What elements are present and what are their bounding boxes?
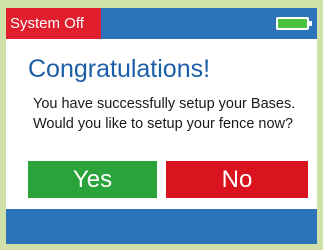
device-screen: System Off Congratulations! You have suc… xyxy=(6,8,317,244)
dialog-title: Congratulations! xyxy=(28,55,211,83)
battery-full-icon xyxy=(276,17,312,30)
top-status-bar: System Off xyxy=(6,8,317,39)
device-frame: System Off Congratulations! You have suc… xyxy=(0,0,323,250)
yes-button[interactable]: Yes xyxy=(28,161,157,198)
dialog-message: You have successfully setup your Bases. … xyxy=(33,96,296,132)
no-button[interactable]: No xyxy=(166,161,308,198)
system-status-label: System Off xyxy=(6,8,101,39)
bottom-bar xyxy=(6,209,317,244)
